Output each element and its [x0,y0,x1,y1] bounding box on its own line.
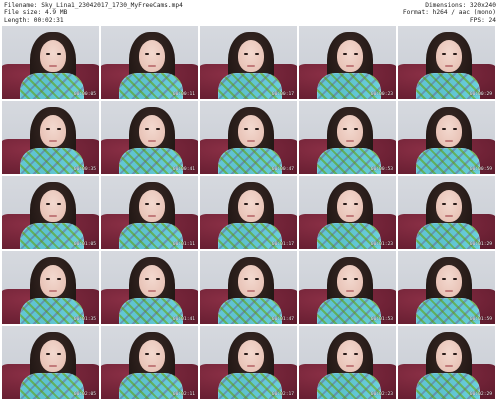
thumbnail-timestamp: 00:02:29 [469,392,492,397]
thumbnail-timestamp: 00:02:23 [370,392,393,397]
thumbnail-timestamp: 00:02:05 [73,392,96,397]
video-thumbnail[interactable]: 00:00:35 [2,101,99,174]
video-thumbnail[interactable]: 00:01:47 [200,251,297,324]
video-thumbnail[interactable]: 00:00:59 [398,101,495,174]
format-text: Format: h264 / aac (mono) [402,9,496,17]
thumbnail-timestamp: 00:00:05 [73,92,96,97]
video-thumbnail[interactable]: 00:00:41 [101,101,198,174]
video-thumbnail[interactable]: 00:02:23 [299,326,396,399]
header-left: Filename: Sky_Lina1_23042017_1730_MyFree… [4,2,183,24]
video-thumbnail[interactable]: 00:01:17 [200,176,297,249]
length-text: Length: 00:02:31 [4,16,64,24]
thumbnail-timestamp: 00:00:53 [370,167,393,172]
video-thumbnail[interactable]: 00:00:23 [299,26,396,99]
video-thumbnail[interactable]: 00:01:05 [2,176,99,249]
video-thumbnail[interactable]: 00:00:11 [101,26,198,99]
thumbnail-timestamp: 00:00:17 [271,92,294,97]
video-thumbnail[interactable]: 00:00:05 [2,26,99,99]
thumbnail-timestamp: 00:01:23 [370,242,393,247]
thumbnail-timestamp: 00:02:17 [271,392,294,397]
video-thumbnail[interactable]: 00:02:05 [2,326,99,399]
contact-sheet-header: Filename: Sky_Lina1_23042017_1730_MyFree… [4,2,496,24]
thumbnail-timestamp: 00:00:47 [271,167,294,172]
thumbnail-timestamp: 00:01:41 [172,317,195,322]
thumbnail-timestamp: 00:02:11 [172,392,195,397]
video-thumbnail[interactable]: 00:00:47 [200,101,297,174]
video-thumbnail[interactable]: 00:01:11 [101,176,198,249]
video-thumbnail[interactable]: 00:01:53 [299,251,396,324]
thumbnail-timestamp: 00:00:29 [469,92,492,97]
video-thumbnail[interactable]: 00:01:29 [398,176,495,249]
thumbnail-grid: 00:00:05 00:00:11 00:00:17 00:00:23 00:0… [2,26,498,401]
filename-text: Filename: Sky_Lina1_23042017_1730_MyFree… [4,2,183,9]
video-thumbnail[interactable]: 00:01:35 [2,251,99,324]
thumbnail-timestamp: 00:01:35 [73,317,96,322]
thumbnail-timestamp: 00:01:05 [73,242,96,247]
filesize-text: File size: 4.9 MB [4,9,68,17]
thumbnail-timestamp: 00:00:59 [469,167,492,172]
video-thumbnail[interactable]: 00:00:29 [398,26,495,99]
thumbnail-timestamp: 00:00:35 [73,167,96,172]
video-thumbnail[interactable]: 00:02:29 [398,326,495,399]
thumbnail-timestamp: 00:01:47 [271,317,294,322]
thumbnail-timestamp: 00:00:11 [172,92,195,97]
thumbnail-timestamp: 00:00:23 [370,92,393,97]
thumbnail-timestamp: 00:01:11 [172,242,195,247]
video-thumbnail[interactable]: 00:02:17 [200,326,297,399]
fps-text: FPS: 24 [469,16,496,24]
dimensions-text: Dimensions: 320x240 [425,2,496,9]
video-thumbnail[interactable]: 00:00:53 [299,101,396,174]
video-thumbnail[interactable]: 00:00:17 [200,26,297,99]
thumbnail-timestamp: 00:00:41 [172,167,195,172]
thumbnail-timestamp: 00:01:53 [370,317,393,322]
header-right: Dimensions: 320x240 Format: h264 / aac (… [403,2,496,24]
thumbnail-timestamp: 00:01:29 [469,242,492,247]
video-thumbnail[interactable]: 00:02:11 [101,326,198,399]
video-thumbnail[interactable]: 00:01:23 [299,176,396,249]
thumbnail-timestamp: 00:01:17 [271,242,294,247]
video-thumbnail[interactable]: 00:01:41 [101,251,198,324]
thumbnail-timestamp: 00:01:59 [469,317,492,322]
video-thumbnail[interactable]: 00:01:59 [398,251,495,324]
